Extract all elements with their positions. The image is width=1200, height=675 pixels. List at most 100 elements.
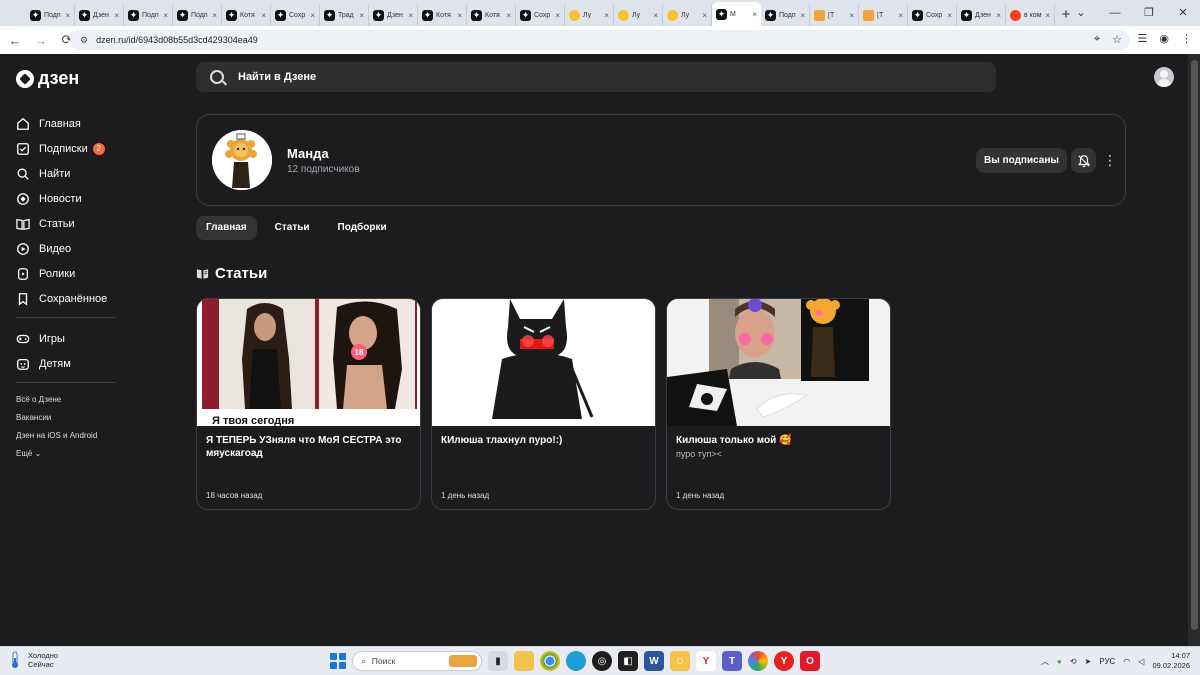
tab-close-icon[interactable]: × <box>1045 11 1050 20</box>
browser-tab[interactable]: ✦ Трад × <box>320 4 369 26</box>
tab-close-icon[interactable]: × <box>212 11 217 20</box>
notifications-button[interactable] <box>1071 148 1096 173</box>
browser-menu-icon[interactable]: ⋮ <box>1181 32 1192 45</box>
sidebar-item-bookmark[interactable]: Сохранённое <box>16 286 118 311</box>
edge-icon[interactable] <box>566 651 586 671</box>
browser-tab[interactable]: в ком × <box>1006 4 1055 26</box>
tab-close-icon[interactable]: × <box>163 11 168 20</box>
browser-tab[interactable]: ✦ Сохр × <box>908 4 957 26</box>
teams-icon[interactable]: T <box>722 651 742 671</box>
forward-icon[interactable]: → <box>30 33 52 48</box>
close-button[interactable]: ✕ <box>1166 0 1200 26</box>
bookmark-star-icon[interactable]: ☆ <box>1112 33 1122 46</box>
user-avatar[interactable] <box>1154 67 1174 87</box>
taskbar-search[interactable]: ⌕ Поиск <box>352 651 482 671</box>
weather-widget[interactable]: Холодно Сейчас <box>8 651 58 669</box>
yandex-icon[interactable]: Y <box>696 651 716 671</box>
tab-close-icon[interactable]: × <box>800 11 805 20</box>
tab-close-icon[interactable]: × <box>653 11 658 20</box>
language-indicator[interactable]: РУС <box>1099 657 1115 666</box>
address-bar[interactable]: ⚙ dzen.ru/id/6943d08b55d3cd429304ea49 ⌖ … <box>70 30 1130 50</box>
sidebar-item-news[interactable]: Новости <box>16 186 118 211</box>
tab-search-icon[interactable]: ⌄ <box>1064 0 1098 26</box>
tab-close-icon[interactable]: × <box>457 11 462 20</box>
back-icon[interactable]: ← <box>4 33 26 48</box>
tab-close-icon[interactable]: × <box>114 11 119 20</box>
app-icon[interactable]: ◧ <box>618 651 638 671</box>
browser-tab[interactable]: [Т × <box>859 4 908 26</box>
browser-tab[interactable]: ✦ М × <box>712 2 761 26</box>
file-explorer-icon[interactable] <box>514 651 534 671</box>
browser-tab[interactable]: ✦ Дзен × <box>369 4 418 26</box>
tab-close-icon[interactable]: × <box>359 11 364 20</box>
sidebar-item-search[interactable]: Найти <box>16 161 118 186</box>
channel-avatar[interactable] <box>212 130 272 190</box>
browser-tab[interactable]: ✦ Подп × <box>173 4 222 26</box>
channel-tab[interactable]: Статьи <box>265 216 320 240</box>
tab-close-icon[interactable]: × <box>261 11 266 20</box>
minimize-button[interactable]: — <box>1098 0 1132 26</box>
browser-tab[interactable]: Лу × <box>663 4 712 26</box>
reading-list-icon[interactable]: ☰ <box>1138 32 1148 45</box>
browser-tab[interactable]: Лу × <box>565 4 614 26</box>
more-options-icon[interactable]: ⋮ <box>1103 151 1117 171</box>
browser-tab[interactable]: ✦ Котя × <box>418 4 467 26</box>
browser-tab[interactable]: Лу × <box>614 4 663 26</box>
sidebar-item-gamepad[interactable]: Игры <box>16 326 118 351</box>
tab-close-icon[interactable]: × <box>702 11 707 20</box>
channel-tab[interactable]: Подборки <box>328 216 397 240</box>
tab-close-icon[interactable]: × <box>947 11 952 20</box>
yandex-browser-icon[interactable]: Y <box>774 651 794 671</box>
search-input[interactable]: Найти в Дзене <box>196 62 996 92</box>
tab-close-icon[interactable]: × <box>996 11 1001 20</box>
browser-tab[interactable]: ✦ Котя × <box>222 4 271 26</box>
clock[interactable]: 14:07 09.02.2026 <box>1152 651 1190 671</box>
chrome-icon[interactable] <box>540 651 560 671</box>
browser-tab[interactable]: ✦ Подп × <box>761 4 810 26</box>
tab-close-icon[interactable]: × <box>849 11 854 20</box>
sidebar-item-articles[interactable]: Статьи <box>16 211 118 236</box>
sidebar-item-kids[interactable]: Детям <box>16 351 118 376</box>
tab-close-icon[interactable]: × <box>65 11 70 20</box>
messenger-icon[interactable]: ◎ <box>592 651 612 671</box>
paint-icon[interactable]: ☺ <box>670 651 690 671</box>
tab-close-icon[interactable]: × <box>506 11 511 20</box>
tab-close-icon[interactable]: × <box>408 11 413 20</box>
browser-tab[interactable]: ✦ Дзен × <box>75 4 124 26</box>
dzen-logo[interactable]: дзен <box>16 68 79 89</box>
profile-icon[interactable]: ◉ <box>1159 32 1169 45</box>
browser-tab[interactable]: ✦ Подп × <box>26 4 75 26</box>
show-hidden-icons[interactable]: ︿ <box>1041 656 1049 667</box>
task-view-icon[interactable]: ▮ <box>488 651 508 671</box>
article-card[interactable]: 18 Я твоя сегодня Я ТЕПЕРЬ УЗняля что Мо… <box>196 298 421 510</box>
footer-link[interactable]: Вакансии <box>16 409 118 427</box>
word-icon[interactable]: W <box>644 651 664 671</box>
browser-tab[interactable]: ✦ Котя × <box>467 4 516 26</box>
volume-icon[interactable]: ◁ <box>1138 657 1144 666</box>
tray-app-icon[interactable]: ● <box>1057 657 1062 666</box>
tab-close-icon[interactable]: × <box>752 10 757 19</box>
opera-icon[interactable]: O <box>800 651 820 671</box>
sidebar-item-shorts[interactable]: Ролики <box>16 261 118 286</box>
wifi-icon[interactable]: ◠ <box>1123 657 1130 666</box>
footer-link[interactable]: Ещё ⌄ <box>16 445 118 463</box>
sidebar-item-subscriptions[interactable]: Подписки 2 <box>16 136 118 161</box>
article-card[interactable]: КИлюша тлахнул пуро!:) 1 день назад <box>431 298 656 510</box>
scrollbar-thumb[interactable] <box>1191 60 1198 630</box>
tab-close-icon[interactable]: × <box>604 11 609 20</box>
browser-tab[interactable]: ✦ Подп × <box>124 4 173 26</box>
subscribed-button[interactable]: Вы подписаны <box>976 148 1067 173</box>
browser-tab[interactable]: ✦ Дзен × <box>957 4 1006 26</box>
location-icon[interactable]: ⌖ <box>1094 33 1100 46</box>
sidebar-item-home[interactable]: Главная <box>16 111 118 136</box>
site-info-icon[interactable]: ⚙ <box>80 35 88 46</box>
tab-close-icon[interactable]: × <box>310 11 315 20</box>
tab-close-icon[interactable]: × <box>898 11 903 20</box>
tab-close-icon[interactable]: × <box>555 11 560 20</box>
send-icon[interactable]: ➤ <box>1085 657 1092 666</box>
windows-start-icon[interactable] <box>330 653 346 669</box>
browser-tab[interactable]: ✦ Сохр × <box>271 4 320 26</box>
restore-button[interactable]: ❐ <box>1132 0 1166 26</box>
article-card[interactable]: Килюша только мой 🥰 пуро туп>< 1 день на… <box>666 298 891 510</box>
sidebar-item-video[interactable]: Видео <box>16 236 118 261</box>
